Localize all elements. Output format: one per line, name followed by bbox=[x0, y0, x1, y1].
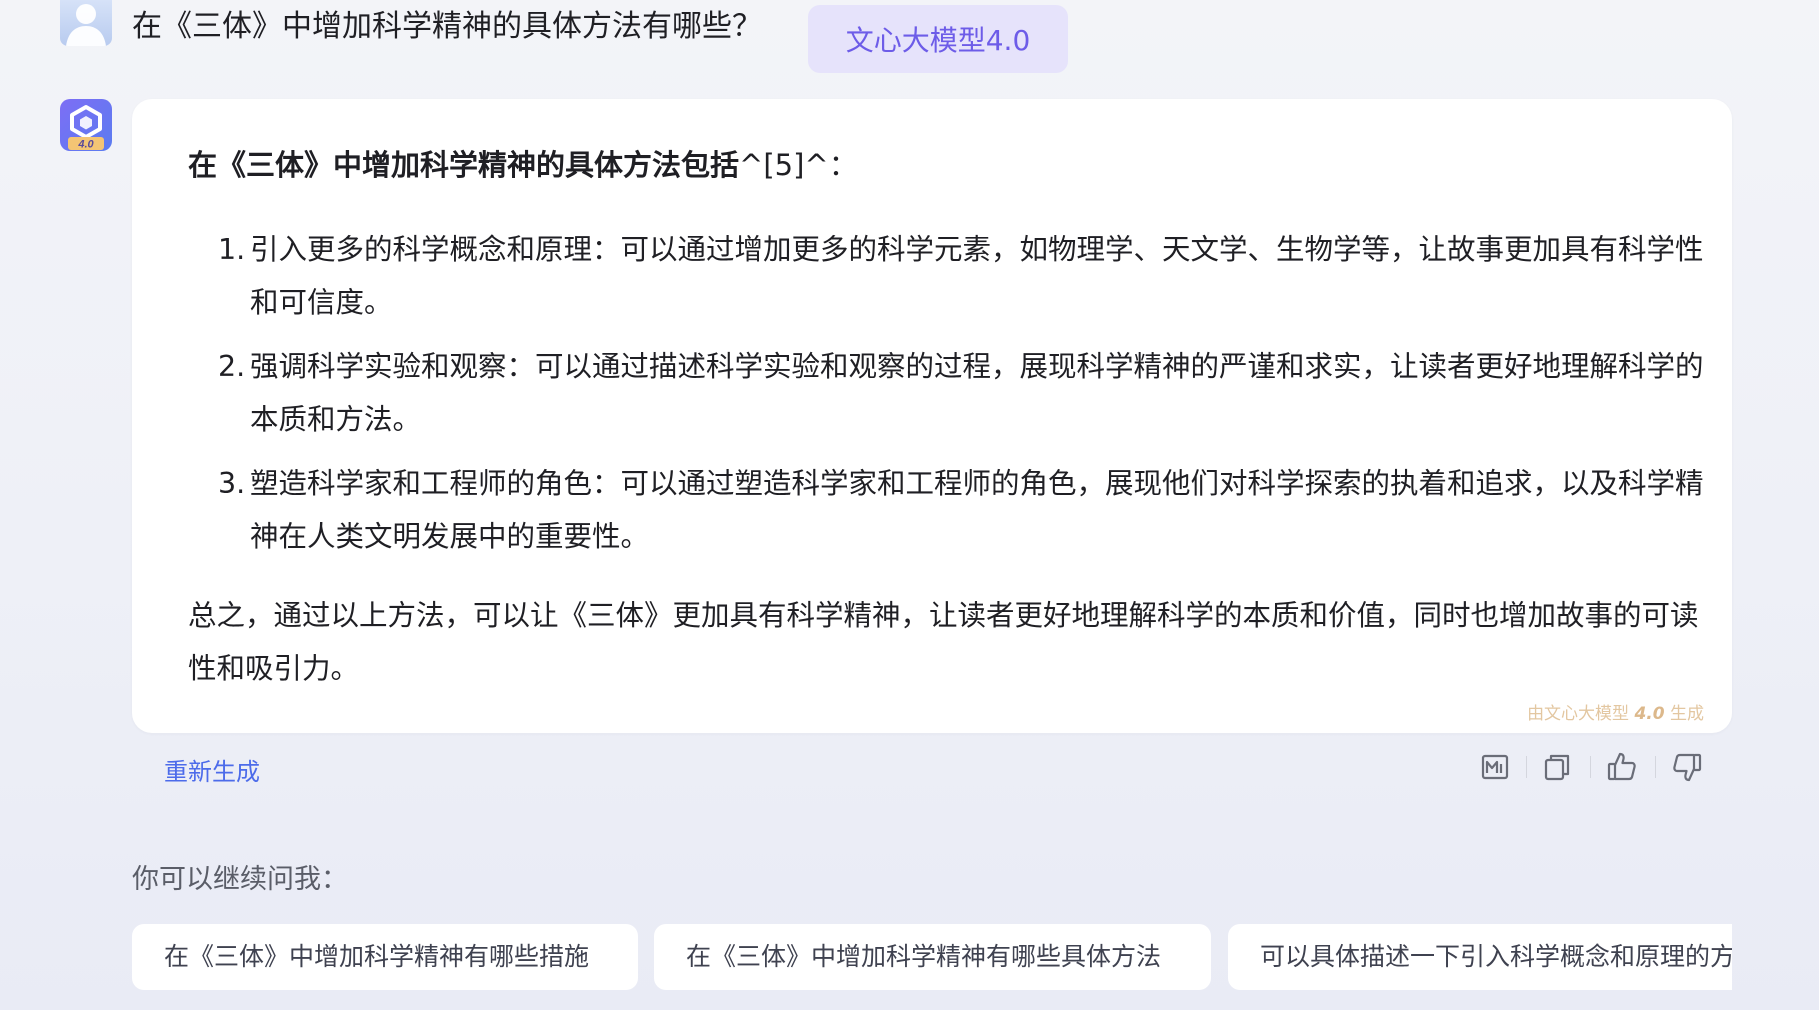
answer-title: 在《三体》中增加科学精神的具体方法包括^[5]^： bbox=[188, 145, 858, 185]
bot-avatar-version: 4.0 bbox=[77, 139, 94, 151]
list-item-text: 引入更多的科学概念和原理：可以通过增加更多的科学元素，如物理学、天文学、生物学等… bbox=[250, 233, 1704, 319]
thumbs-up-icon bbox=[1607, 752, 1636, 781]
copy-icon bbox=[1544, 754, 1570, 781]
list-item-number: 1. bbox=[218, 233, 246, 266]
suggestion-chip[interactable]: 可以具体描述一下引入科学概念和原理的方法吗 bbox=[1228, 924, 1732, 990]
citation-marker[interactable]: ^[5]^： bbox=[739, 148, 858, 182]
list-item: 1. 引入更多的科学概念和原理：可以通过增加更多的科学元素，如物理学、天文学、生… bbox=[218, 223, 1708, 329]
list-item: 2. 强调科学实验和观察：可以通过描述科学实验和观察的过程，展现科学精神的严谨和… bbox=[218, 340, 1708, 446]
regenerate-button[interactable]: 重新生成 bbox=[164, 752, 260, 787]
generated-by-watermark: 由文心大模型 4.0 生成 bbox=[1527, 699, 1704, 724]
toolbar-divider bbox=[1655, 756, 1656, 778]
list-item-text: 塑造科学家和工程师的角色：可以通过塑造科学家和工程师的角色，展现他们对科学探索的… bbox=[250, 467, 1704, 553]
user-question: 在《三体》中增加科学精神的具体方法有哪些？ bbox=[132, 9, 762, 44]
toolbar-divider bbox=[1590, 756, 1591, 778]
answer-card: 在《三体》中增加科学精神的具体方法包括^[5]^： 1. 引入更多的科学概念和原… bbox=[132, 99, 1732, 733]
copy-button[interactable] bbox=[1540, 750, 1574, 784]
user-silhouette-icon bbox=[66, 4, 106, 46]
suggestion-list: 在《三体》中增加科学精神有哪些措施 在《三体》中增加科学精神有哪些具体方法 可以… bbox=[132, 924, 1732, 990]
list-item-number: 2. bbox=[218, 350, 246, 383]
bot-avatar: 4.0 bbox=[60, 99, 112, 151]
continue-asking-label: 你可以继续问我： bbox=[132, 864, 348, 895]
thumbs-down-icon bbox=[1673, 753, 1702, 782]
thumbs-down-button[interactable] bbox=[1670, 750, 1704, 784]
toolbar-divider bbox=[1526, 756, 1527, 778]
thumbs-up-button[interactable] bbox=[1605, 750, 1639, 784]
list-item-number: 3. bbox=[218, 467, 246, 500]
model-badge[interactable]: 文心大模型4.0 bbox=[808, 5, 1068, 73]
watermark-version: 4.0 bbox=[1634, 704, 1665, 724]
wenxin-logo-icon: 4.0 bbox=[68, 105, 104, 151]
answer-summary: 总之，通过以上方法，可以让《三体》更加具有科学精神，让读者更好地理解科学的本质和… bbox=[188, 599, 1699, 685]
suggestion-chip[interactable]: 在《三体》中增加科学精神有哪些措施 bbox=[132, 924, 638, 990]
watermark-prefix: 由文心大模型 bbox=[1527, 704, 1630, 724]
list-item: 3. 塑造科学家和工程师的角色：可以通过塑造科学家和工程师的角色，展现他们对科学… bbox=[218, 457, 1708, 563]
user-avatar bbox=[60, 0, 112, 46]
answer-list: 1. 引入更多的科学概念和原理：可以通过增加更多的科学元素，如物理学、天文学、生… bbox=[218, 223, 1708, 574]
watermark-suffix: 生成 bbox=[1670, 704, 1704, 724]
poster-button[interactable] bbox=[1478, 750, 1512, 784]
poster-icon bbox=[1481, 754, 1509, 780]
answer-title-bold: 在《三体》中增加科学精神的具体方法包括 bbox=[188, 148, 740, 182]
suggestion-chip[interactable]: 在《三体》中增加科学精神有哪些具体方法 bbox=[654, 924, 1211, 990]
list-item-text: 强调科学实验和观察：可以通过描述科学实验和观察的过程，展现科学精神的严谨和求实，… bbox=[250, 350, 1704, 436]
